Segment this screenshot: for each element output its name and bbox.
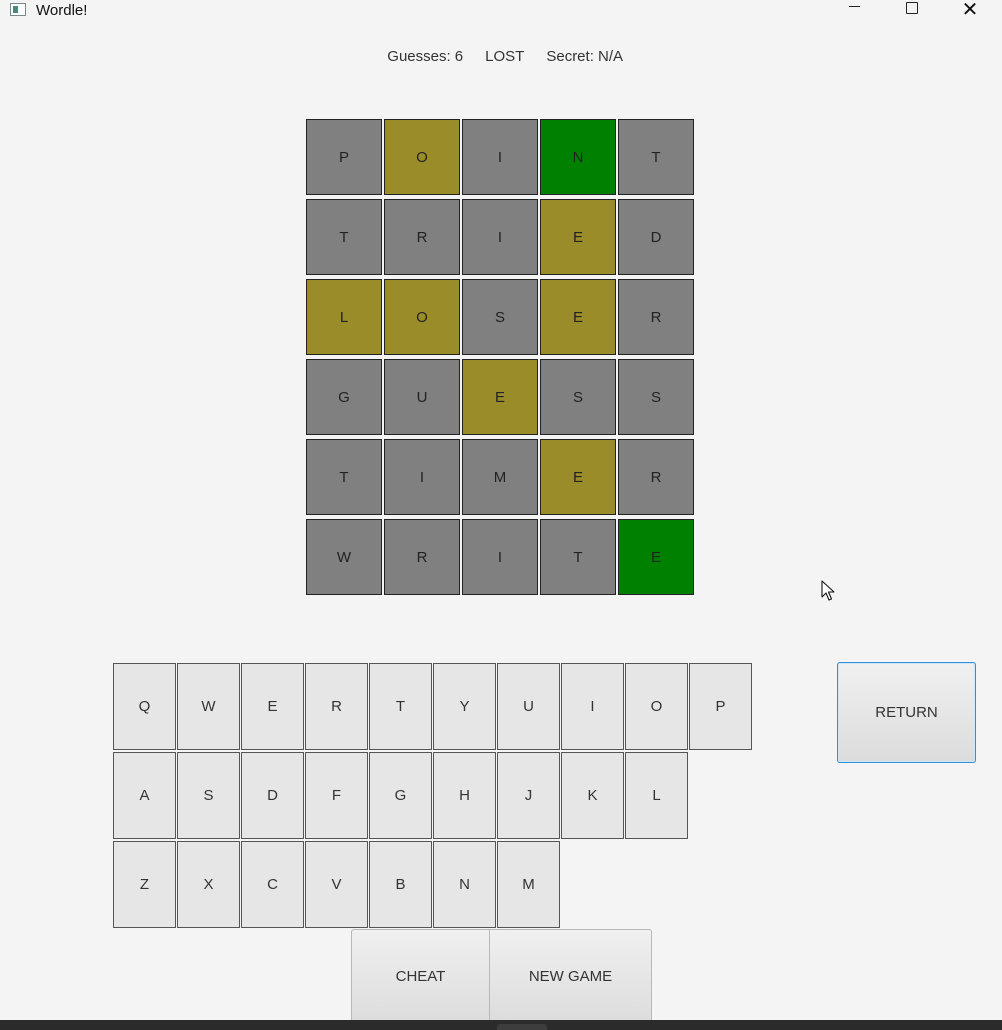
key-s[interactable]: S [177, 752, 240, 839]
taskbar-handle [497, 1024, 547, 1030]
letter-tile: M [462, 439, 538, 515]
letter-tile: T [306, 439, 382, 515]
letter-tile: T [306, 199, 382, 275]
letter-tile: E [618, 519, 694, 595]
letter-tile: I [462, 199, 538, 275]
letter-tile: E [540, 439, 616, 515]
key-v[interactable]: V [305, 841, 368, 928]
letter-tile: W [306, 519, 382, 595]
letter-tile: L [306, 279, 382, 355]
letter-tile: U [384, 359, 460, 435]
key-u[interactable]: U [497, 663, 560, 750]
key-z[interactable]: Z [113, 841, 176, 928]
letter-tile: S [462, 279, 538, 355]
key-r[interactable]: R [305, 663, 368, 750]
secret-word: Secret: N/A [546, 48, 624, 65]
letter-tile: T [618, 119, 694, 195]
key-y[interactable]: Y [433, 663, 496, 750]
app-icon [10, 3, 26, 16]
key-w[interactable]: W [177, 663, 240, 750]
key-x[interactable]: X [177, 841, 240, 928]
letter-tile: S [618, 359, 694, 435]
letter-tile: R [384, 519, 460, 595]
guesses-count: Guesses: 6 [387, 48, 464, 65]
minimize-icon [848, 6, 860, 8]
key-b[interactable]: B [369, 841, 432, 928]
key-g[interactable]: G [369, 752, 432, 839]
key-f[interactable]: F [305, 752, 368, 839]
letter-tile: R [618, 279, 694, 355]
key-p[interactable]: P [689, 663, 752, 750]
key-t[interactable]: T [369, 663, 432, 750]
letter-tile: R [384, 199, 460, 275]
key-n[interactable]: N [433, 841, 496, 928]
key-m[interactable]: M [497, 841, 560, 928]
letter-tile: N [540, 119, 616, 195]
key-d[interactable]: D [241, 752, 304, 839]
letter-tile: I [462, 519, 538, 595]
key-j[interactable]: J [497, 752, 560, 839]
letter-tile: I [462, 119, 538, 195]
status-bar: Guesses: 6 LOST Secret: N/A [0, 31, 1002, 65]
letter-tile: E [540, 199, 616, 275]
key-e[interactable]: E [241, 663, 304, 750]
letter-tile: O [384, 119, 460, 195]
key-c[interactable]: C [241, 841, 304, 928]
minimize-button[interactable] [831, 0, 877, 22]
maximize-button[interactable] [889, 0, 935, 22]
close-icon: ✕ [961, 0, 979, 21]
letter-tile: R [618, 439, 694, 515]
key-l[interactable]: L [625, 752, 688, 839]
return-button[interactable]: RETURN [837, 662, 976, 763]
game-result: LOST [485, 48, 525, 65]
letter-tile: E [462, 359, 538, 435]
letter-tile: E [540, 279, 616, 355]
maximize-icon [906, 1, 918, 14]
key-q[interactable]: Q [113, 663, 176, 750]
title-bar: Wordle! ✕ [0, 0, 1002, 22]
close-button[interactable]: ✕ [947, 0, 993, 22]
letter-tile: T [540, 519, 616, 595]
letter-tile: D [618, 199, 694, 275]
letter-tile: P [306, 119, 382, 195]
cheat-button[interactable]: CHEAT [351, 929, 490, 1024]
letter-tile: O [384, 279, 460, 355]
key-k[interactable]: K [561, 752, 624, 839]
letter-tile: I [384, 439, 460, 515]
key-h[interactable]: H [433, 752, 496, 839]
window-title: Wordle! [36, 2, 88, 19]
key-i[interactable]: I [561, 663, 624, 750]
key-o[interactable]: O [625, 663, 688, 750]
new-game-button[interactable]: NEW GAME [489, 929, 652, 1024]
letter-tile: G [306, 359, 382, 435]
letter-tile: S [540, 359, 616, 435]
mouse-pointer-icon [821, 580, 835, 601]
key-a[interactable]: A [113, 752, 176, 839]
